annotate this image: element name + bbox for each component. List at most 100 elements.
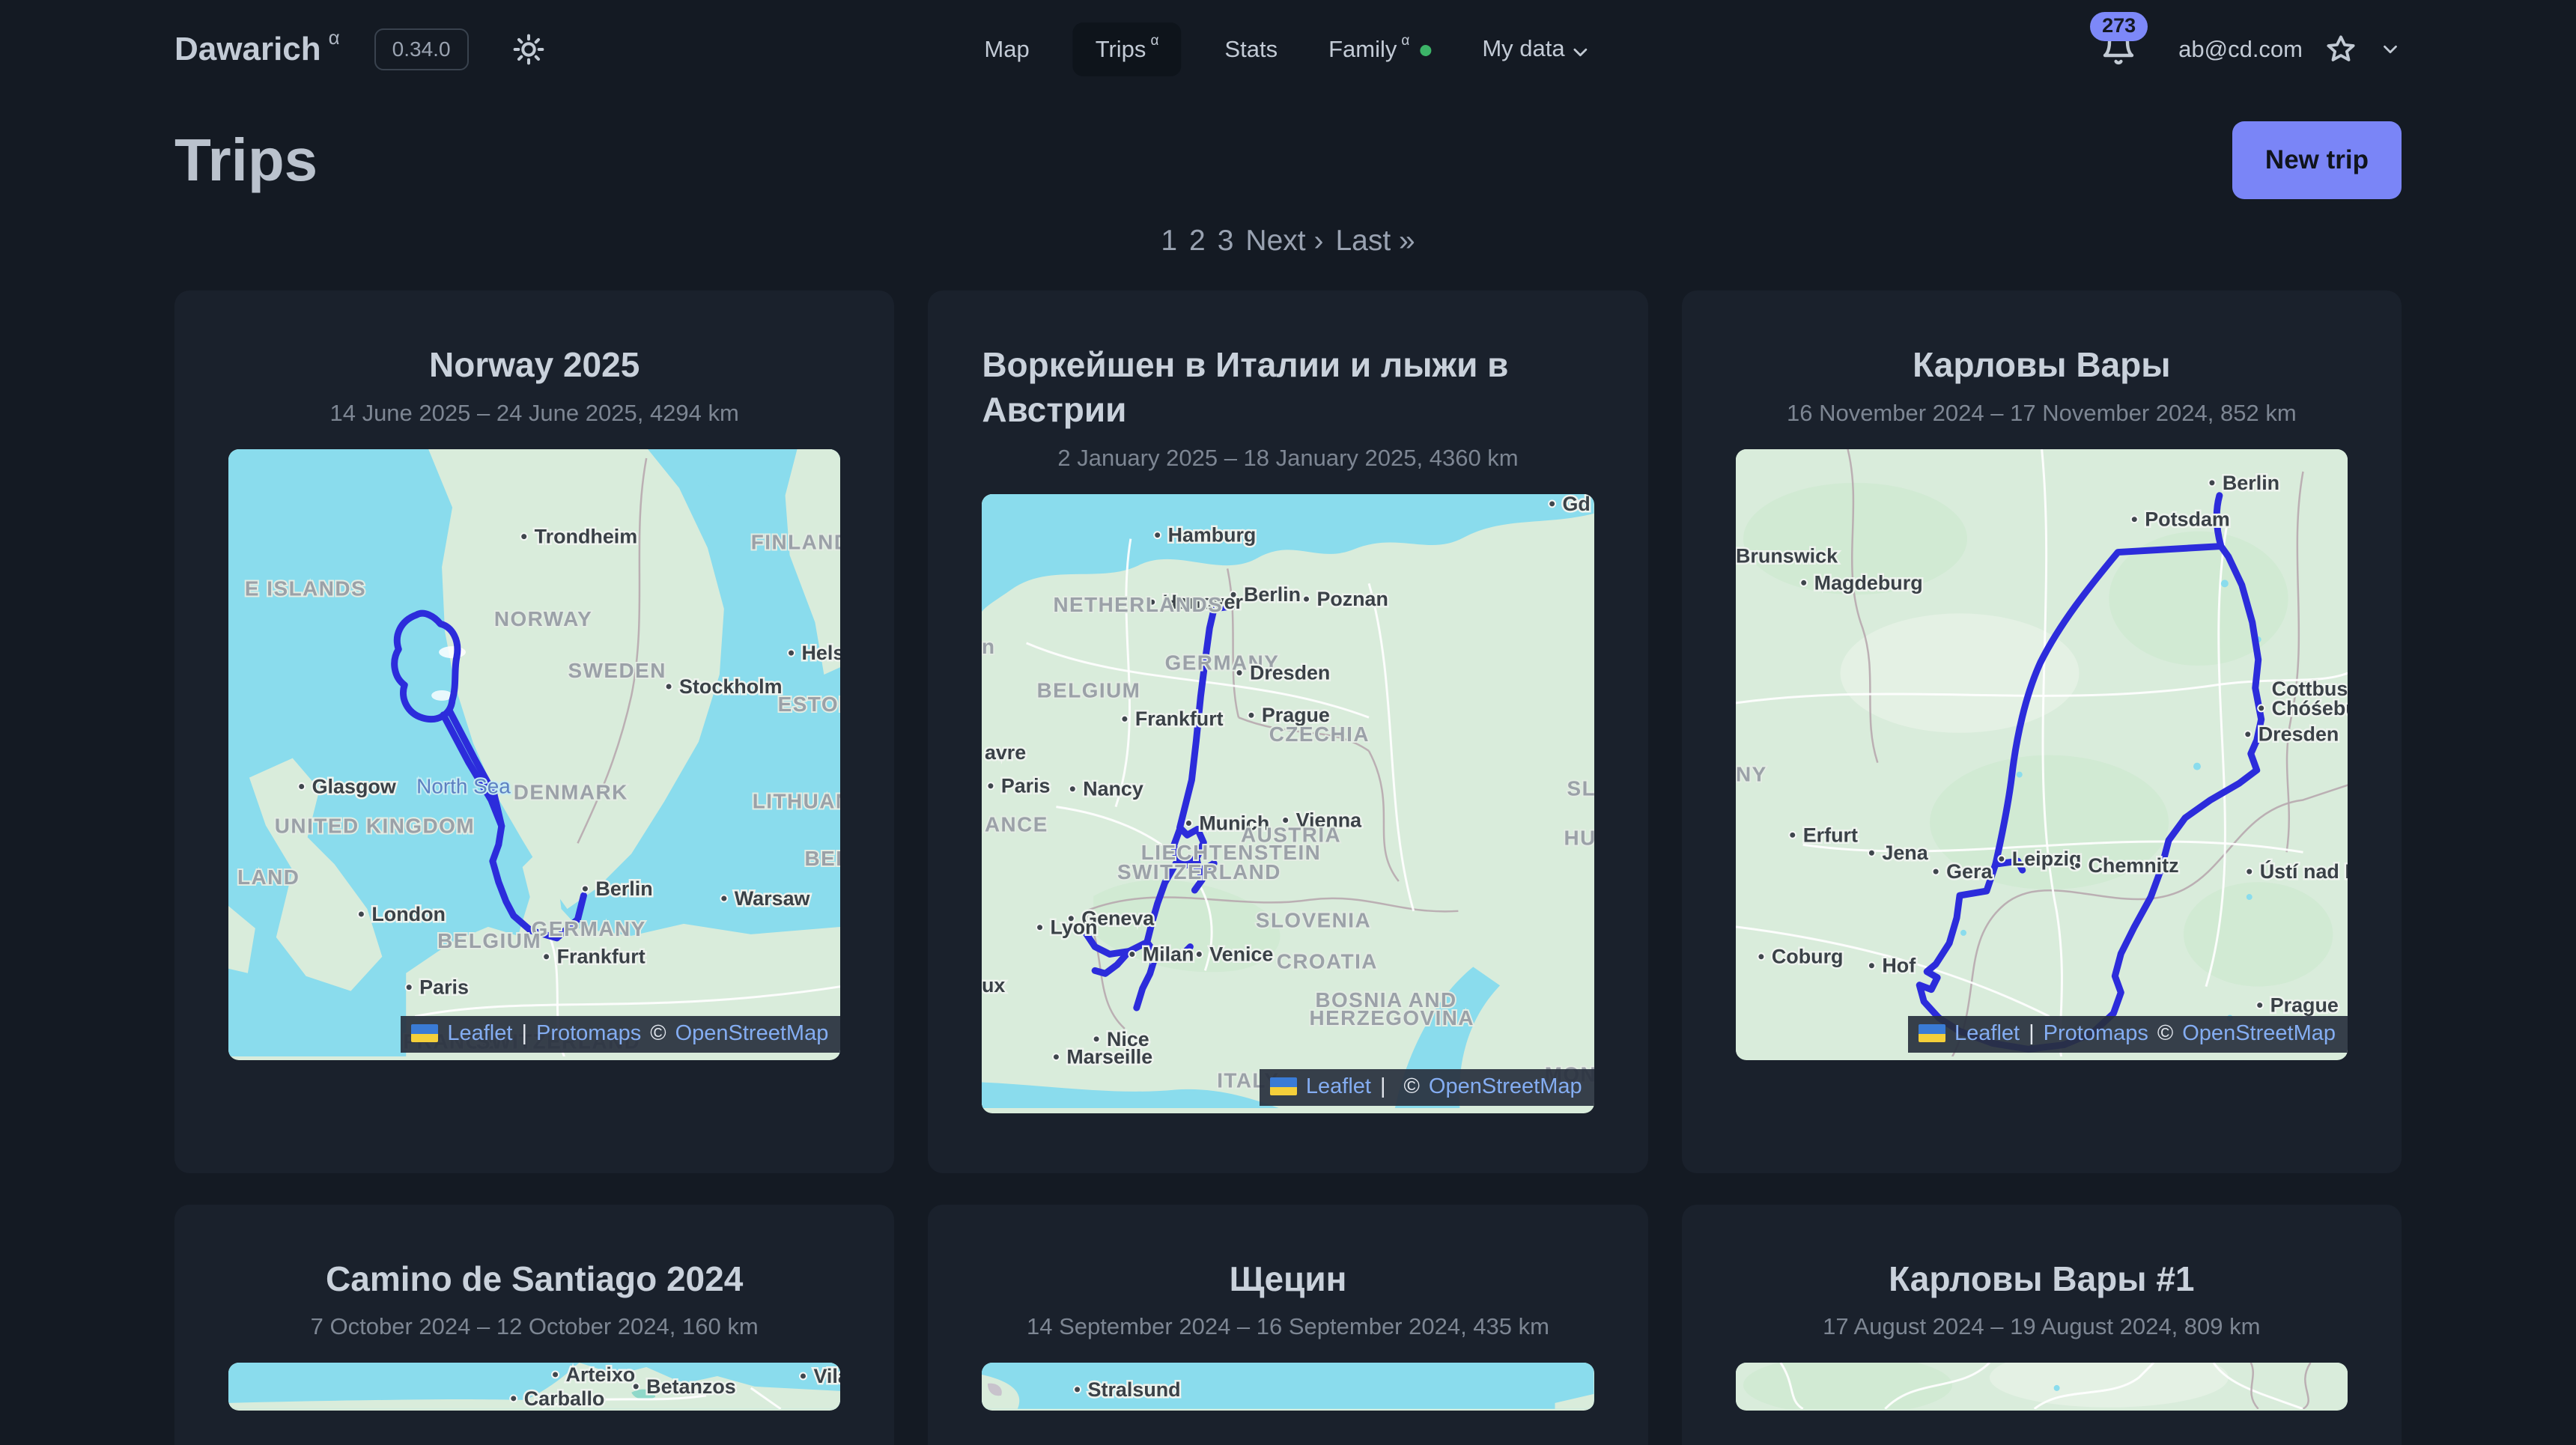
map-label: UNITED KINGDOM	[275, 814, 475, 837]
trip-card[interactable]: Карловы Вары #1 17 August 2024 – 19 Augu…	[1682, 1205, 2402, 1445]
trip-title[interactable]: Карловы Вары #1	[1889, 1257, 2194, 1302]
nav-item-stats[interactable]: Stats	[1217, 24, 1285, 75]
app-logo-alpha: α	[329, 26, 340, 49]
nav-item-trips[interactable]: Trips α	[1073, 22, 1182, 76]
notification-count-badge: 273	[2090, 12, 2148, 41]
trip-card[interactable]: Воркейшен в Италии и лыжи в Австрии 2 Ja…	[928, 290, 1647, 1173]
trip-card[interactable]: Norway 2025 14 June 2025 – 24 June 2025,…	[174, 290, 894, 1173]
protomaps-link[interactable]: Protomaps	[2044, 1021, 2148, 1046]
trip-card[interactable]: Карловы Вары 16 November 2024 – 17 Novem…	[1682, 290, 2402, 1173]
map-label: Frankfurt	[557, 946, 645, 968]
nav-item-family[interactable]: Family α	[1321, 24, 1439, 75]
map-label: Brunswick	[1736, 544, 1838, 567]
chevron-down-icon	[1570, 41, 1592, 64]
main-nav: Map Trips α Stats Family α My data	[976, 0, 1599, 99]
map-label: Berlin	[2223, 472, 2279, 494]
map-label: Lyon	[1051, 916, 1098, 938]
nav-item-map[interactable]: Map	[976, 24, 1036, 75]
map-label: Hamburg	[1168, 523, 1257, 546]
map-label: ANCE	[985, 812, 1048, 836]
map-attribution: Leaflet | Protomaps © OpenStreetMap	[1908, 1016, 2348, 1053]
trip-dates: 14 September 2024 – 16 September 2024, 4…	[982, 1313, 1594, 1340]
trip-map[interactable]	[1736, 1363, 2348, 1411]
page-title: Trips	[174, 126, 318, 195]
map-label: FINLAND	[751, 530, 841, 553]
trip-dates: 16 November 2024 – 17 November 2024, 852…	[1736, 400, 2348, 427]
map-label: London	[371, 903, 446, 925]
trip-card[interactable]: Щецин 14 September 2024 – 16 September 2…	[928, 1205, 1647, 1445]
pagination-page-3[interactable]: 3	[1218, 225, 1234, 258]
trip-dates: 17 August 2024 – 19 August 2024, 809 km	[1736, 1313, 2348, 1340]
pagination: 1 2 3 Next › Last »	[0, 225, 2576, 258]
app-logo[interactable]: Dawarich α	[174, 31, 340, 68]
trip-map[interactable]: ArteixoBetanzosVilaCarballo	[228, 1363, 840, 1411]
trip-title[interactable]: Norway 2025	[429, 343, 640, 388]
map-label: Dresden	[2258, 723, 2339, 746]
osm-link[interactable]: OpenStreetMap	[1429, 1074, 1582, 1099]
navbar-right: 273 ab@cd.com	[2100, 30, 2402, 70]
trip-map[interactable]: TrondheimFINLANDE ISLANDSNORWAYHelsiSWED…	[228, 449, 840, 1060]
pagination-next[interactable]: Next ›	[1245, 225, 1323, 258]
trip-title[interactable]: Щецин	[1230, 1257, 1347, 1302]
map-label: Ústí nad Labem	[2259, 860, 2348, 883]
map-label: DENMARK	[514, 780, 628, 803]
trip-card[interactable]: Camino de Santiago 2024 7 October 2024 –…	[174, 1205, 894, 1445]
map-label: Carballo	[524, 1387, 605, 1409]
pagination-last[interactable]: Last »	[1335, 225, 1415, 258]
new-trip-button[interactable]: New trip	[2232, 121, 2402, 199]
map-label: Hof	[1882, 955, 1916, 977]
osm-link[interactable]: OpenStreetMap	[675, 1021, 829, 1046]
map-label: Chemnitz	[2088, 854, 2178, 877]
map-label: NY	[1736, 762, 1767, 785]
user-menu-button[interactable]	[2379, 38, 2402, 61]
trip-map[interactable]: BerlinPotsdamBrunswickMagdeburgCottbus -…	[1736, 449, 2348, 1060]
map-label: Paris	[419, 976, 469, 998]
trip-map[interactable]: GdHamburgHanoverBerlinPoznanNETHERLANDSn…	[982, 494, 1594, 1113]
favorite-button[interactable]	[2325, 34, 2357, 65]
map-label: ESTONIA	[778, 693, 841, 716]
map-label: Stockholm	[679, 675, 783, 698]
star-icon	[2325, 34, 2357, 65]
map-label: Prague	[2270, 994, 2338, 1016]
map-label: LITHUANIA	[753, 789, 841, 812]
map-label: n	[982, 634, 996, 657]
leaflet-link[interactable]: Leaflet	[447, 1021, 512, 1046]
nav-item-my-data[interactable]: My data	[1474, 23, 1599, 76]
map-label: Potsdam	[2145, 508, 2230, 530]
map-label: SWITZERLAND	[1117, 860, 1281, 883]
trip-dates: 7 October 2024 – 12 October 2024, 160 km	[228, 1313, 840, 1340]
protomaps-link[interactable]: Protomaps	[536, 1021, 641, 1046]
trip-title[interactable]: Camino de Santiago 2024	[326, 1257, 743, 1302]
osm-link[interactable]: OpenStreetMap	[2182, 1021, 2336, 1046]
map-label: CROATIA	[1277, 949, 1378, 973]
map-label: Marseille	[1067, 1045, 1153, 1068]
map-label: Chóśebuz	[2271, 697, 2348, 720]
pagination-page-2[interactable]: 2	[1189, 225, 1206, 258]
map-label: Coburg	[1771, 946, 1843, 968]
map-label: GERMANY	[532, 917, 646, 940]
map-label: CZECHIA	[1269, 722, 1370, 746]
map-label: HUNG	[1564, 826, 1594, 849]
top-navbar: Dawarich α 0.34.0 Map Trips α Stats Fami…	[0, 0, 2576, 99]
theme-toggle-button[interactable]	[512, 33, 545, 66]
map-label: Dresden	[1250, 661, 1330, 684]
user-email: ab@cd.com	[2178, 36, 2303, 63]
leaflet-link[interactable]: Leaflet	[1954, 1021, 2020, 1046]
map-label: NETHERLANDS	[1054, 593, 1224, 616]
family-online-dot	[1420, 45, 1431, 56]
map-label: NORWAY	[494, 607, 592, 630]
map-label: Poznan	[1317, 588, 1388, 610]
map-label: BELGIUM	[1037, 678, 1141, 702]
leaflet-link[interactable]: Leaflet	[1306, 1074, 1371, 1099]
trip-title[interactable]: Воркейшен в Италии и лыжи в Австрии	[982, 343, 1594, 433]
notifications-button[interactable]: 273	[2100, 30, 2136, 70]
map-label: Trondheim	[535, 525, 638, 547]
map-label: ux	[982, 974, 1005, 997]
map-attribution: Leaflet | Protomaps © OpenStreetMap	[401, 1016, 840, 1053]
map-label: Magdeburg	[1814, 571, 1922, 594]
version-badge: 0.34.0	[374, 28, 469, 70]
trip-title[interactable]: Карловы Вары	[1913, 343, 2170, 388]
trip-map[interactable]: Stralsund	[982, 1363, 1594, 1411]
pagination-page-1[interactable]: 1	[1161, 225, 1177, 258]
trip-dates: 2 January 2025 – 18 January 2025, 4360 k…	[982, 445, 1594, 472]
